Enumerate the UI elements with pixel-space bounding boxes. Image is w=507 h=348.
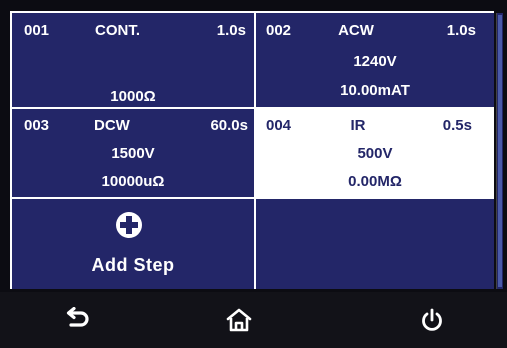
step-value-2: 1000Ω xyxy=(110,88,156,105)
step-type: IR xyxy=(350,117,366,134)
step-number: 004 xyxy=(266,117,292,134)
step-time: 1.0s xyxy=(216,22,246,39)
step-type: ACW xyxy=(338,22,374,39)
step-cell-003[interactable]: 003 DCW 60.0s 1500V 10000uΩ xyxy=(12,109,254,197)
step-cell-002[interactable]: 002 ACW 1.0s 1240V 10.00mAT xyxy=(256,13,494,107)
step-cell-004[interactable]: 004 IR 0.5s 500V 0.00MΩ xyxy=(256,109,494,197)
step-time: 60.0s xyxy=(210,117,248,134)
step-cell-001[interactable]: 001 CONT. 1.0s 1000Ω xyxy=(12,13,254,107)
empty-step-cell[interactable] xyxy=(256,199,494,289)
scrollbar[interactable] xyxy=(496,13,503,289)
add-step-button[interactable]: Add Step xyxy=(12,199,254,289)
step-type: DCW xyxy=(94,117,130,134)
step-value-2: 10.00mAT xyxy=(340,82,410,99)
step-value-1: 1240V xyxy=(353,53,397,70)
home-icon xyxy=(226,308,252,332)
step-value-2: 0.00MΩ xyxy=(348,173,402,190)
add-step-cell: Add Step xyxy=(12,199,254,289)
step-type: CONT. xyxy=(95,22,140,39)
scrollbar-thumb[interactable] xyxy=(498,15,502,287)
back-button[interactable] xyxy=(58,300,98,340)
step-time: 0.5s xyxy=(442,117,472,134)
step-number: 003 xyxy=(24,117,50,134)
screen: 001 CONT. 1.0s 1000Ω 002 ACW 1.0s 1240V … xyxy=(0,0,507,348)
step-grid: 001 CONT. 1.0s 1000Ω 002 ACW 1.0s 1240V … xyxy=(10,11,494,289)
step-number: 002 xyxy=(266,22,292,39)
step-value-1: 1500V xyxy=(111,145,155,162)
add-step-label: Add Step xyxy=(91,255,175,275)
plus-circle-icon xyxy=(116,212,142,238)
power-icon xyxy=(422,308,442,331)
bottom-nav-bar xyxy=(0,292,507,348)
step-value-1: 500V xyxy=(357,145,393,162)
back-arrow-icon xyxy=(66,307,89,327)
step-time: 1.0s xyxy=(446,22,476,39)
step-value-2: 10000uΩ xyxy=(101,173,165,190)
step-number: 001 xyxy=(24,22,50,39)
home-button[interactable] xyxy=(219,300,259,340)
power-button[interactable] xyxy=(412,300,452,340)
